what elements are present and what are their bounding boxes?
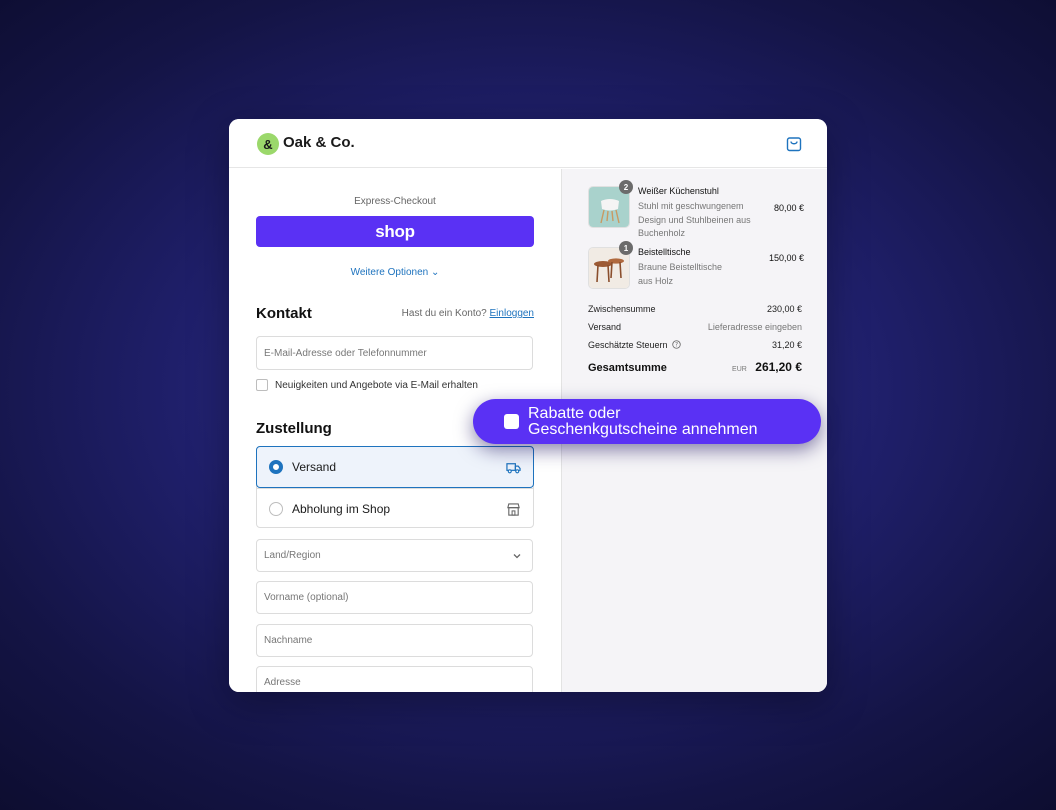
- express-checkout-label: Express-Checkout: [354, 196, 436, 207]
- discount-checkbox[interactable]: [504, 414, 519, 429]
- total-value: 261,20 €: [755, 360, 802, 374]
- delivery-option-shipping[interactable]: Versand: [256, 446, 534, 488]
- item-name: Weißer Küchenstuhl: [638, 186, 719, 196]
- pickup-label: Abholung im Shop: [292, 502, 391, 516]
- tax-row: Geschätzte Steuern ? 31,20 €: [588, 340, 802, 350]
- chevron-down-icon: [513, 554, 521, 559]
- discount-label-line1: Rabatte oder: [528, 405, 621, 422]
- total-amount: EUR 261,20 €: [732, 358, 802, 376]
- tax-value: 31,20 €: [771, 340, 802, 350]
- firstname-field[interactable]: Vorname (optional): [256, 581, 533, 614]
- chevron-down-icon: ⌄: [431, 267, 440, 278]
- quantity-badge: 1: [619, 241, 633, 255]
- discount-toggle-pill[interactable]: Rabatte oder Geschenkgutscheine annehmen: [473, 399, 821, 444]
- help-icon[interactable]: ?: [672, 340, 681, 349]
- cart-item: 1 Beistelltische Braune Beistelltische a…: [588, 241, 804, 291]
- item-name: Beistelltische: [638, 247, 691, 257]
- delivery-heading: Zustellung: [256, 420, 332, 437]
- item-price: 80,00 €: [773, 203, 804, 213]
- delivery-method-group: Versand Abholung im Shop: [256, 446, 534, 528]
- tax-label: Geschätzte Steuern: [588, 340, 668, 350]
- email-field[interactable]: E-Mail-Adresse oder Telefonnummer: [256, 336, 533, 370]
- country-select[interactable]: Land/Region: [256, 539, 533, 572]
- subtotal-label: Zwischensumme: [588, 304, 656, 314]
- subtotal-value: 230,00 €: [766, 304, 802, 314]
- shopping-bag-icon[interactable]: [785, 135, 803, 153]
- shipping-radio[interactable]: [269, 460, 283, 474]
- address-field[interactable]: Adresse: [256, 666, 533, 692]
- delivery-option-pickup[interactable]: Abholung im Shop: [257, 488, 533, 529]
- lastname-field[interactable]: Nachname: [256, 624, 533, 657]
- checkout-header: & Oak & Co.: [229, 119, 827, 168]
- login-link[interactable]: Einloggen: [490, 308, 534, 319]
- tax-label-group: Geschätzte Steuern ?: [588, 340, 681, 350]
- newsletter-checkbox[interactable]: [256, 379, 268, 391]
- item-description: Braune Beistelltische aus Holz: [638, 262, 723, 286]
- shipping-cost-value: Lieferadresse eingeben: [707, 322, 802, 332]
- login-prompt: Hast du ein Konto? Einloggen: [402, 308, 534, 319]
- country-placeholder: Land/Region: [264, 550, 321, 561]
- store-icon: [507, 503, 520, 516]
- pickup-radio[interactable]: [269, 502, 283, 516]
- item-description: Stuhl mit geschwungenem Design und Stuhl…: [638, 201, 751, 238]
- discount-label-line2: Geschenkgutscheine annehmen: [528, 421, 758, 438]
- discount-label: Rabatte oder Geschenkgutscheine annehmen: [528, 406, 758, 438]
- truck-icon: [506, 463, 521, 474]
- brand-name: Oak & Co.: [283, 134, 355, 151]
- newsletter-label: Neuigkeiten und Angebote via E-Mail erha…: [275, 379, 478, 391]
- shop-pay-button[interactable]: shop: [256, 216, 534, 247]
- contact-heading: Kontakt: [256, 305, 312, 322]
- account-question: Hast du ein Konto?: [401, 308, 487, 319]
- more-options-link[interactable]: Weitere Optionen ⌄: [229, 267, 561, 278]
- newsletter-option[interactable]: Neuigkeiten und Angebote via E-Mail erha…: [256, 379, 478, 391]
- total-label: Gesamtsumme: [588, 362, 667, 374]
- more-options-label: Weitere Optionen: [350, 267, 429, 278]
- item-price: 150,00 €: [768, 253, 804, 263]
- quantity-badge: 2: [619, 180, 633, 194]
- total-row: Gesamtsumme EUR 261,20 €: [588, 358, 802, 376]
- shipping-label: Versand: [292, 460, 337, 474]
- shipping-cost-label: Versand: [588, 322, 622, 332]
- total-currency: EUR: [732, 366, 747, 373]
- brand-logo: &: [257, 133, 279, 155]
- subtotal-row: Zwischensumme 230,00 €: [588, 304, 802, 314]
- shipping-row: Versand Lieferadresse eingeben: [588, 322, 802, 332]
- svg-text:?: ?: [675, 343, 678, 349]
- cart-item: 2 Weißer Küchenstuhl Stuhl mit geschwung…: [588, 180, 804, 238]
